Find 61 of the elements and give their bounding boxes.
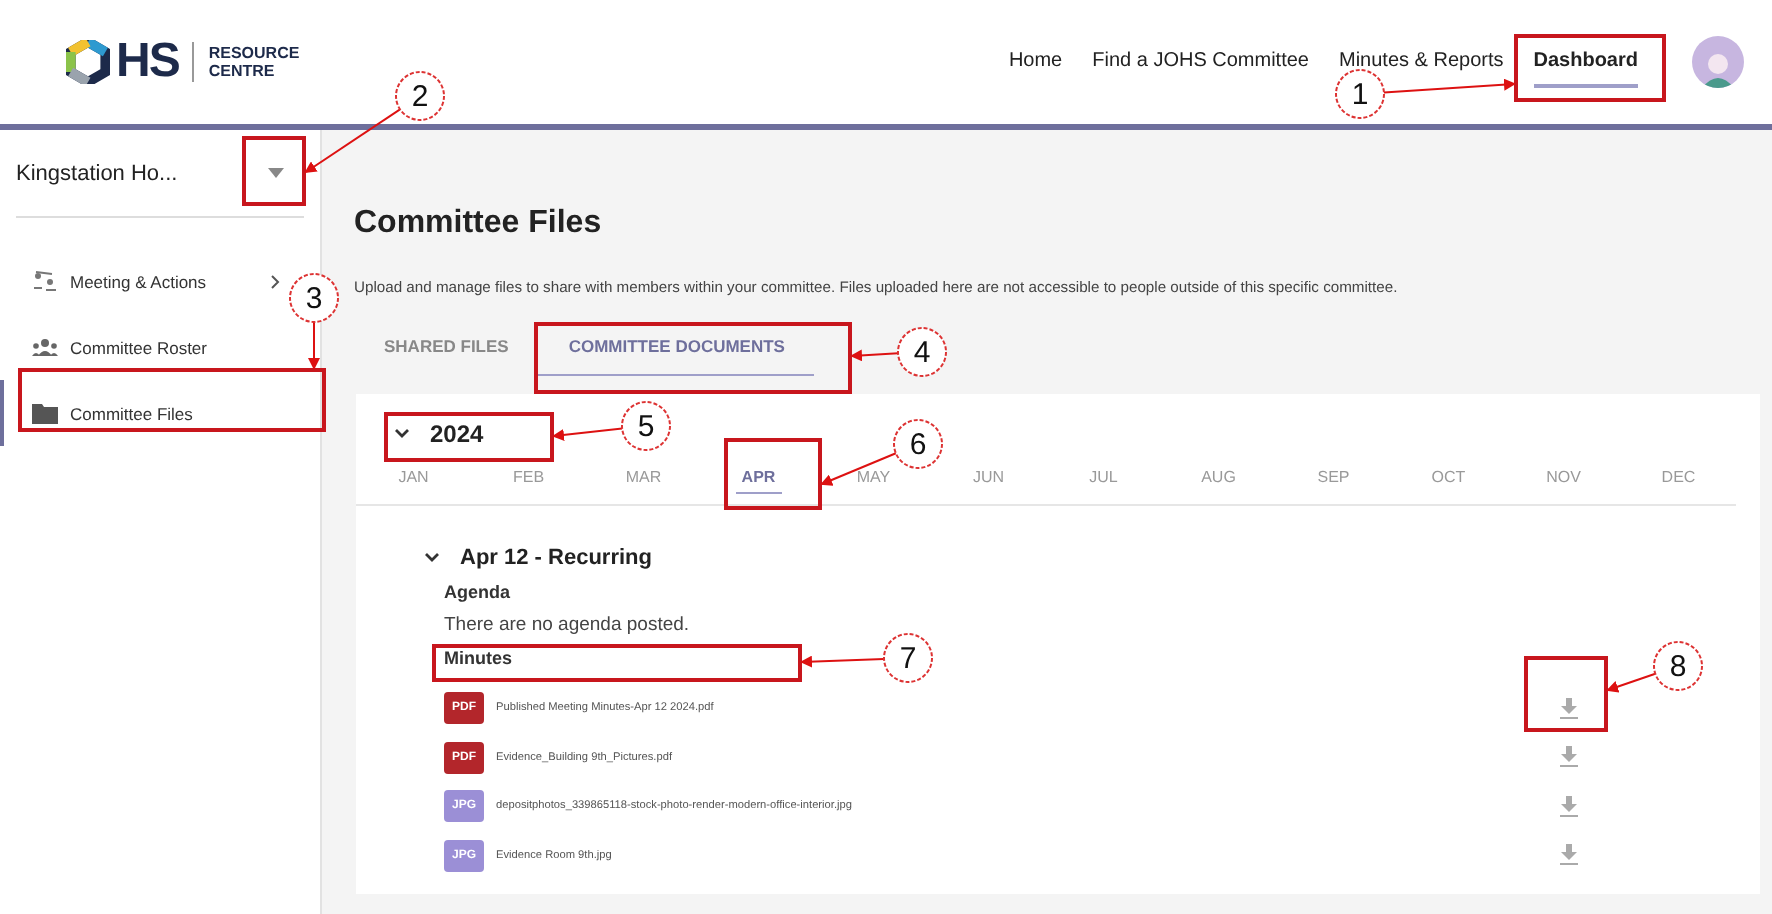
month-tab[interactable]: DEC	[1655, 468, 1702, 494]
download-icon[interactable]	[1560, 844, 1578, 867]
sidebar-item[interactable]: Meeting & Actions	[0, 248, 288, 314]
month-tab[interactable]: SEP	[1311, 468, 1356, 494]
pointer-arrow	[1382, 78, 1516, 94]
tab[interactable]: SHARED FILES	[354, 324, 539, 376]
month-tab[interactable]: AUG	[1195, 468, 1242, 494]
step-number: 2	[395, 71, 445, 121]
meeting-title[interactable]: Apr 12 - Recurring	[460, 546, 652, 570]
pointer-arrow	[552, 427, 624, 441]
month-tab[interactable]: FEB	[506, 468, 551, 494]
nav-link[interactable]: Dashboard	[1533, 37, 1638, 87]
section-heading: Minutes	[444, 648, 513, 668]
month-tab[interactable]: APR	[735, 468, 782, 494]
pointer-arrow	[820, 452, 897, 486]
nav-link[interactable]: Find a JOHS Committee	[1092, 37, 1309, 87]
step-number: 4	[897, 327, 947, 377]
highlight-box	[1524, 656, 1608, 732]
step-number: 7	[883, 633, 933, 683]
pointer-arrow	[800, 655, 885, 668]
year-heading[interactable]: 2024	[430, 420, 484, 448]
page-title: Committee Files	[354, 206, 604, 242]
month-tab[interactable]: JAN	[392, 468, 435, 494]
pointer-arrow	[1606, 672, 1657, 693]
sidebar-label: Committee Roster	[70, 337, 207, 357]
logo-subtitle: RESOURCE	[208, 44, 300, 62]
step-number: 5	[621, 401, 671, 451]
section-heading: Agenda	[444, 582, 511, 602]
download-icon[interactable]	[1560, 795, 1578, 818]
empty-message: There are no agenda posted.	[444, 614, 690, 636]
highlight-box	[724, 438, 822, 510]
highlight-box	[242, 136, 306, 206]
logo-subtitle: CENTRE	[208, 62, 277, 80]
user-avatar[interactable]	[1692, 36, 1744, 88]
pointer-arrow	[850, 349, 900, 362]
pointer-arrow	[304, 108, 402, 174]
people-icon	[32, 338, 58, 356]
month-tab[interactable]: NOV	[1540, 468, 1587, 494]
nav-link[interactable]: Home	[1008, 37, 1063, 87]
download-icon[interactable]	[1560, 746, 1578, 769]
logo-ring-icon	[66, 40, 110, 84]
download-icon[interactable]	[1560, 697, 1578, 720]
month-tab[interactable]: MAR	[619, 468, 668, 494]
committee-name: Kingstation Ho...	[16, 161, 178, 185]
tab[interactable]: COMMITTEE DOCUMENTS	[538, 324, 815, 376]
sidebar-item[interactable]: Committee Roster	[0, 314, 288, 380]
month-tab[interactable]: JUL	[1083, 468, 1124, 494]
step-number: 6	[893, 419, 943, 469]
month-tab[interactable]: JUN	[966, 468, 1011, 494]
folder-icon	[32, 403, 58, 423]
sidebar-label: Meeting & Actions	[70, 271, 207, 291]
logo-text: HS	[116, 34, 179, 90]
sidebar-label: Committee Files	[70, 403, 193, 423]
pointer-arrow	[308, 321, 320, 370]
step-number: 3	[289, 273, 339, 323]
dropdown-caret-icon[interactable]	[268, 168, 284, 178]
step-number: 8	[1653, 641, 1703, 691]
sidebar-item[interactable]: Committee Files	[0, 380, 288, 446]
month-tab[interactable]: MAY	[850, 468, 897, 494]
month-tab[interactable]: OCT	[1425, 468, 1472, 494]
step-number: 1	[1335, 69, 1385, 119]
